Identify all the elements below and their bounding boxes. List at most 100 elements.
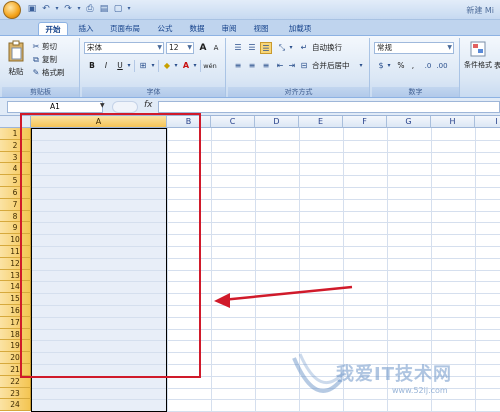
- conditional-format-icon: [470, 41, 486, 57]
- percent-button[interactable]: %: [396, 60, 406, 72]
- align-left-icon[interactable]: ≡: [232, 60, 244, 72]
- new-icon[interactable]: ▢: [112, 3, 124, 15]
- tab-home[interactable]: 开始: [38, 22, 68, 35]
- decrease-indent-icon[interactable]: ⇤: [274, 60, 286, 72]
- column-header-d[interactable]: D: [255, 116, 299, 128]
- paste-button[interactable]: 粘贴: [6, 40, 26, 76]
- formula-bar-handle[interactable]: [112, 101, 138, 113]
- font-name-select[interactable]: 宋体 ▼: [84, 42, 164, 54]
- tab-page-layout[interactable]: 页面布局: [104, 22, 146, 35]
- format-table-button[interactable]: 表: [494, 60, 500, 72]
- formula-input[interactable]: [158, 101, 500, 113]
- watermark-text: 我爱IT技术网: [336, 364, 452, 385]
- column-header-i[interactable]: I: [475, 116, 500, 128]
- redo-icon[interactable]: ↷: [62, 3, 74, 15]
- separator: [134, 60, 135, 72]
- column-header-c[interactable]: C: [211, 116, 255, 128]
- undo-dropdown-icon[interactable]: ▾: [54, 3, 60, 15]
- chevron-down-icon[interactable]: ▾: [192, 60, 198, 72]
- paste-icon: [8, 40, 24, 62]
- chevron-down-icon[interactable]: ▾: [386, 60, 392, 72]
- watermark: 我爱IT技术网 www.52ij.com: [286, 350, 496, 410]
- phonetic-button[interactable]: wén: [202, 60, 218, 72]
- comma-button[interactable]: ,: [408, 60, 418, 72]
- orientation-icon[interactable]: ⤡: [276, 42, 288, 54]
- cut-button[interactable]: 剪切: [42, 41, 57, 53]
- font-size-select[interactable]: 12 ▼: [166, 42, 194, 54]
- number-format-value: 常规: [377, 43, 392, 52]
- redo-dropdown-icon[interactable]: ▾: [76, 3, 82, 15]
- font-group: 宋体 ▼ 12 ▼ A A B I U ▾ ⊞ ▾ ◆ ▾ A ▾ wén 字体: [82, 38, 226, 97]
- customize-icon[interactable]: ▾: [126, 3, 132, 15]
- tab-data[interactable]: 数据: [184, 22, 210, 35]
- tab-view[interactable]: 视图: [248, 22, 274, 35]
- bold-button[interactable]: B: [86, 60, 98, 72]
- chevron-down-icon[interactable]: ▾: [173, 60, 179, 72]
- clipboard-group-label: 剪贴板: [2, 87, 79, 97]
- number-group: 常规 ▼ $ ▾ % , .0 .00 数字: [372, 38, 460, 97]
- underline-button[interactable]: U: [114, 60, 126, 72]
- conditional-format-label: 条件格式: [464, 61, 492, 69]
- office-button[interactable]: [3, 1, 21, 19]
- save-icon[interactable]: ▣: [26, 3, 38, 15]
- column-header-h[interactable]: H: [431, 116, 475, 128]
- alignment-group-label: 对齐方式: [228, 87, 369, 97]
- separator: [158, 60, 159, 72]
- tab-insert[interactable]: 插入: [73, 22, 99, 35]
- number-format-select[interactable]: 常规 ▼: [374, 42, 454, 54]
- chevron-down-icon[interactable]: ▾: [288, 42, 294, 54]
- chevron-down-icon[interactable]: ▾: [126, 60, 132, 72]
- name-box-dropdown-icon[interactable]: ▼: [100, 102, 105, 109]
- quick-access-toolbar: ▣ ↶ ▾ ↷ ▾ ⎙ ▤ ▢ ▾: [26, 3, 132, 17]
- tab-review[interactable]: 审阅: [216, 22, 242, 35]
- chevron-down-icon[interactable]: ▾: [150, 60, 156, 72]
- column-header-f[interactable]: F: [343, 116, 387, 128]
- merge-center-button[interactable]: 合并后居中: [312, 60, 350, 72]
- row-header-23[interactable]: 23: [0, 387, 31, 400]
- tab-add-ins[interactable]: 加载项: [283, 22, 317, 35]
- align-middle-icon[interactable]: ☰: [246, 42, 258, 54]
- increase-indent-icon[interactable]: ⇥: [286, 60, 298, 72]
- italic-button[interactable]: I: [100, 60, 112, 72]
- print-icon[interactable]: ⎙: [84, 3, 96, 15]
- fx-icon[interactable]: fx: [144, 100, 153, 110]
- ribbon-tabs: 开始 插入 页面布局 公式 数据 审阅 视图 加载项: [0, 20, 500, 35]
- column-header-e[interactable]: E: [299, 116, 343, 128]
- cut-icon: ✂: [32, 42, 40, 51]
- column-header-g[interactable]: G: [387, 116, 431, 128]
- separator: [200, 60, 201, 72]
- fill-color-icon[interactable]: ◆: [161, 60, 173, 72]
- wrap-text-button[interactable]: 自动换行: [312, 42, 342, 54]
- wrap-text-icon: ↵: [300, 43, 308, 52]
- merge-icon: ⊟: [300, 61, 308, 70]
- font-color-icon[interactable]: A: [180, 60, 192, 72]
- watermark-url: www.52ij.com: [392, 386, 448, 395]
- styles-group: 条件格式 表: [462, 38, 500, 97]
- window-title: 新建 Mi: [466, 6, 494, 15]
- paste-label: 粘贴: [8, 67, 24, 76]
- increase-decimal-icon[interactable]: .0: [422, 60, 434, 72]
- grow-font-button[interactable]: A: [197, 42, 209, 54]
- undo-icon[interactable]: ↶: [40, 3, 52, 15]
- shrink-font-button[interactable]: A: [210, 42, 222, 54]
- align-right-icon[interactable]: ≡: [260, 60, 272, 72]
- clipboard-group: 粘贴 ✂ 剪切 ⧉ 复制 ✎ 格式刷 剪贴板: [2, 38, 80, 97]
- row-header-24[interactable]: 24: [0, 399, 31, 412]
- align-center-icon[interactable]: ≡: [246, 60, 258, 72]
- font-group-label: 字体: [82, 87, 225, 97]
- open-icon[interactable]: ▤: [98, 3, 110, 15]
- decrease-decimal-icon[interactable]: .00: [436, 60, 448, 72]
- ribbon: 粘贴 ✂ 剪切 ⧉ 复制 ✎ 格式刷 剪贴板 宋体 ▼ 12 ▼ A A B I…: [0, 35, 500, 98]
- chevron-down-icon: ▼: [447, 44, 452, 51]
- format-painter-icon: ✎: [32, 68, 40, 77]
- copy-button[interactable]: 复制: [42, 54, 57, 66]
- name-box[interactable]: A1: [7, 101, 103, 113]
- font-size-value: 12: [169, 43, 179, 52]
- conditional-format-button[interactable]: 条件格式: [464, 40, 494, 76]
- tab-formulas[interactable]: 公式: [152, 22, 178, 35]
- format-painter-button[interactable]: 格式刷: [42, 67, 65, 79]
- borders-icon[interactable]: ⊞: [137, 60, 149, 72]
- align-bottom-icon[interactable]: ☰: [260, 42, 272, 54]
- align-top-icon[interactable]: ☰: [232, 42, 244, 54]
- chevron-down-icon[interactable]: ▾: [358, 60, 364, 72]
